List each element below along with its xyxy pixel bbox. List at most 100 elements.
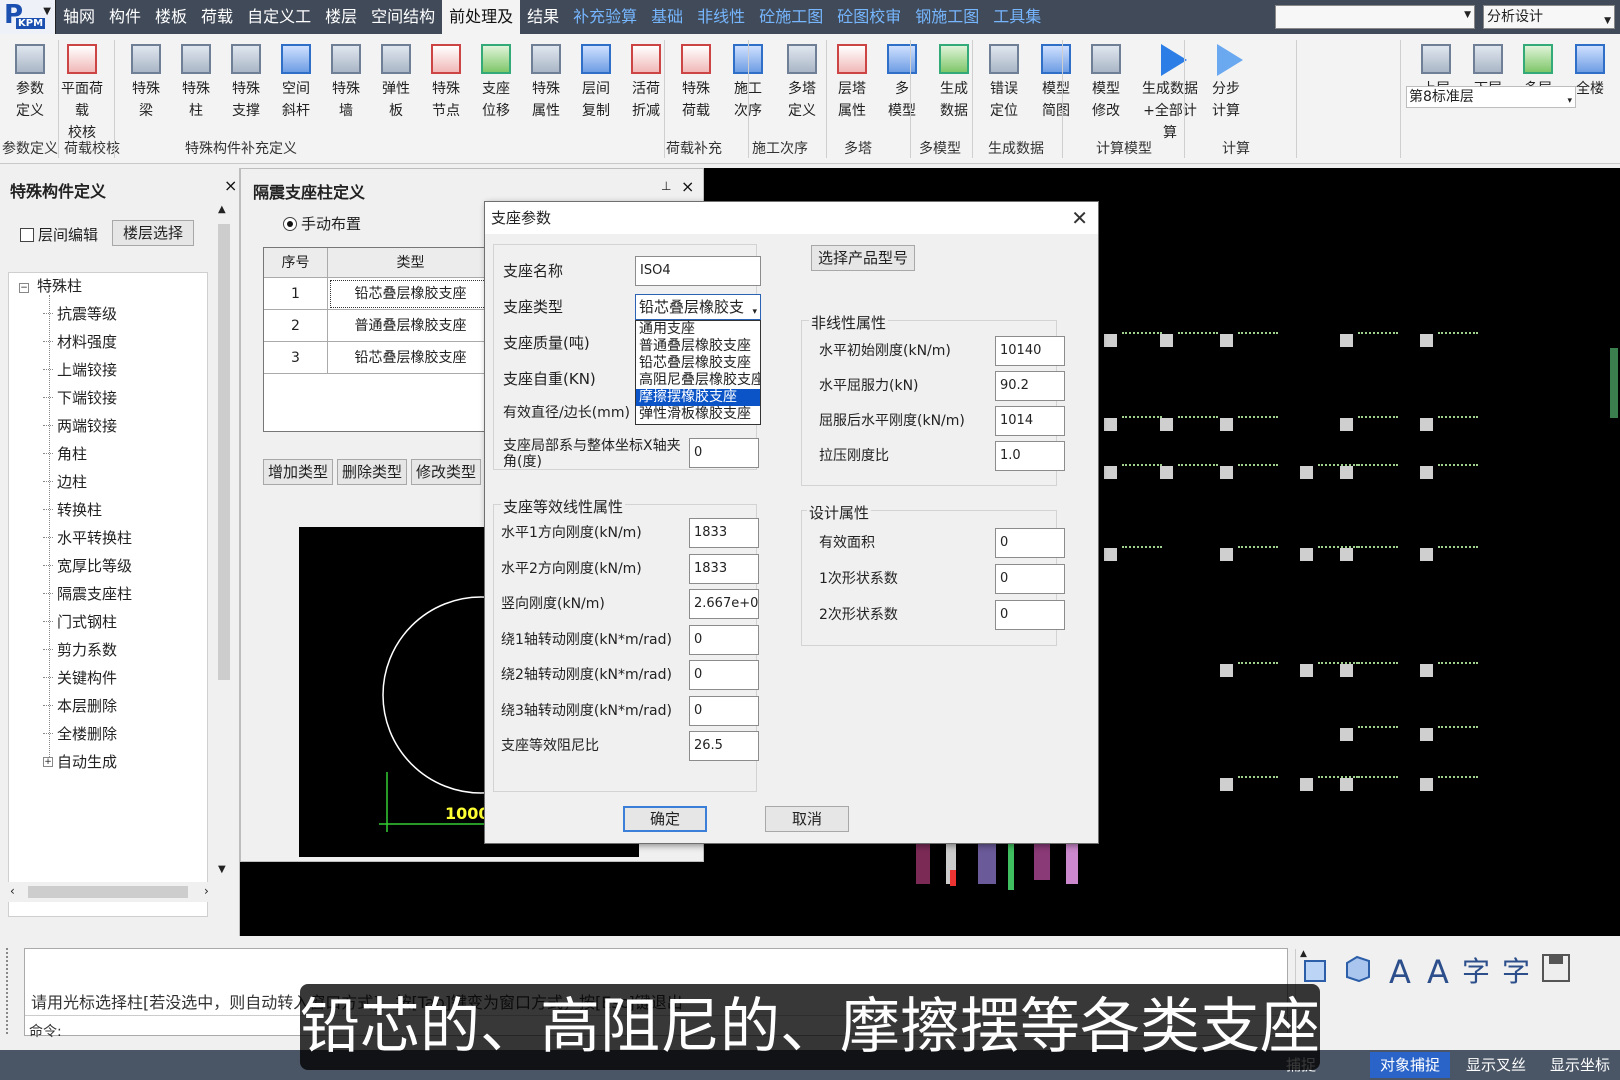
tree-item[interactable]: 水平转换柱 (43, 527, 132, 548)
font-decrease-icon[interactable]: A (1418, 952, 1458, 992)
param-input[interactable]: 2.667e+00 (689, 589, 759, 619)
tree-item[interactable]: 上端铰接 (43, 359, 117, 380)
scroll-left-icon[interactable]: ‹ (10, 884, 15, 898)
param-input[interactable]: 0 (689, 660, 759, 690)
ribbon-button[interactable]: 特殊 荷载 (670, 38, 722, 122)
ribbon-button[interactable]: 模型 修改 (1080, 38, 1132, 122)
text-add-icon[interactable]: 字 (1456, 952, 1496, 992)
pin-icon[interactable]: ⊥ (661, 179, 671, 193)
param-input[interactable]: 0 (995, 564, 1065, 594)
tree-item[interactable]: 角柱 (43, 443, 87, 464)
ribbon-button[interactable]: 支座 位移 (470, 38, 522, 122)
app-logo[interactable]: P KPM ▼ (0, 0, 56, 34)
save-icon[interactable] (1536, 952, 1576, 992)
ribbon-button[interactable]: 错误 定位 (978, 38, 1030, 122)
param-input[interactable]: 1833 (689, 518, 759, 548)
left-horizontal-scroll-thumb[interactable] (28, 886, 188, 898)
view-3d-icon[interactable] (1338, 952, 1378, 992)
ribbon-button[interactable]: 弹性板 (370, 38, 422, 122)
table-cell-no[interactable]: 3 (264, 342, 328, 374)
tree-item[interactable]: 两端铰接 (43, 415, 117, 436)
text-edit-icon[interactable]: 字 (1496, 952, 1536, 992)
tree-root[interactable]: 特殊柱 (37, 275, 82, 296)
menu-tab[interactable]: 结果 (520, 0, 566, 34)
menu-tab[interactable]: 钢施工图 (908, 0, 986, 34)
tree-item[interactable]: 转换柱 (43, 499, 102, 520)
select-product-button[interactable]: 选择产品型号 (811, 245, 915, 271)
left-panel-close-icon[interactable]: × (224, 176, 237, 195)
ribbon-button[interactable]: 生成数据 +全部计算 (1138, 38, 1202, 144)
scroll-right-icon[interactable]: › (204, 884, 209, 898)
tree-item[interactable]: 隔震支座柱 (43, 583, 132, 604)
status-toggle[interactable]: 显示坐标 (1542, 1052, 1618, 1078)
ribbon-button[interactable]: 多模型 (876, 38, 928, 122)
menu-tab[interactable]: 轴网 (56, 0, 102, 34)
angle-input[interactable]: 0 (689, 438, 759, 468)
ribbon-button[interactable]: 模型 简图 (1030, 38, 1082, 122)
tree-item[interactable]: 门式钢柱 (43, 611, 117, 632)
floor-select[interactable]: 第8标准层 ▾ (1406, 86, 1576, 108)
table-cell-type[interactable]: 铅芯叠层橡胶支座 (328, 342, 494, 374)
param-input[interactable]: 1.0 (995, 441, 1065, 471)
dialog-close-icon[interactable]: ✕ (1071, 206, 1088, 230)
type-option[interactable]: 通用支座 (636, 321, 760, 338)
tree-item[interactable]: 边柱 (43, 471, 87, 492)
floor-select-button[interactable]: 楼层选择 (112, 220, 194, 246)
ribbon-button[interactable]: 特殊 属性 (520, 38, 572, 122)
menu-tab[interactable]: 工具集 (986, 0, 1048, 34)
menu-tab[interactable]: 自定义工 (240, 0, 318, 34)
canvas-scroll-indicator[interactable] (1610, 348, 1618, 418)
table-cell-no[interactable]: 2 (264, 310, 328, 342)
param-input[interactable]: 0 (995, 528, 1065, 558)
mid-panel-close-icon[interactable]: × (681, 177, 694, 196)
type-option[interactable]: 铅芯叠层橡胶支座 (636, 355, 760, 372)
delete-type-button[interactable]: 删除类型 (337, 459, 407, 485)
menu-tab[interactable]: 前处理及 (442, 0, 521, 34)
bearing-type-select[interactable]: 铅芯叠层橡胶支 ▾ (635, 294, 761, 320)
param-input[interactable]: 0 (689, 695, 759, 726)
param-input[interactable]: 1833 (689, 553, 759, 584)
expand-icon[interactable]: + (43, 757, 53, 767)
ribbon-button[interactable]: 层间 复制 (570, 38, 622, 122)
floor-edit-checkbox[interactable]: 层间编辑 (20, 224, 98, 245)
type-option[interactable]: 高阻尼叠层橡胶支座 (636, 372, 760, 389)
type-option[interactable]: 摩擦摆橡胶支座 (636, 389, 760, 406)
table-cell-type[interactable]: 铅芯叠层橡胶支座 (328, 278, 494, 310)
ribbon-button[interactable]: 特殊梁 (120, 38, 172, 122)
menu-tab[interactable]: 基础 (644, 0, 690, 34)
tree-item[interactable]: 关键构件 (43, 667, 117, 688)
table-cell-no[interactable]: 1 (264, 278, 328, 310)
menu-tab[interactable]: 非线性 (690, 0, 752, 34)
ok-button[interactable]: 确定 (623, 806, 707, 832)
ribbon-button[interactable]: 特殊 支撑 (220, 38, 272, 122)
ribbon-button[interactable]: 参数 定义 (4, 38, 56, 122)
menu-tab[interactable]: 砼施工图 (752, 0, 830, 34)
table-cell-type[interactable]: 普通叠层橡胶支座 (328, 310, 494, 342)
ribbon-button[interactable]: 平面荷载 校核 (56, 38, 108, 144)
param-input[interactable]: 10140 (995, 336, 1065, 366)
type-option[interactable]: 普通叠层橡胶支座 (636, 338, 760, 355)
ribbon-button[interactable]: 分步 计算 (1200, 38, 1252, 122)
menu-tab[interactable]: 楼板 (148, 0, 194, 34)
scroll-up-icon[interactable]: ▲ (218, 204, 226, 215)
bearing-name-input[interactable]: ISO4 (635, 256, 761, 286)
param-input[interactable]: 26.5 (689, 731, 759, 761)
tree-item-auto-generate[interactable]: 自动生成 (57, 751, 117, 772)
collapse-icon[interactable]: − (19, 283, 29, 293)
ribbon-button[interactable]: 多塔 定义 (776, 38, 828, 122)
param-input[interactable]: 0 (689, 624, 759, 655)
add-type-button[interactable]: 增加类型 (263, 459, 333, 485)
cancel-button[interactable]: 取消 (765, 806, 849, 832)
ribbon-button[interactable]: 空间 斜杆 (270, 38, 322, 122)
menu-tab[interactable]: 补充验算 (566, 0, 644, 34)
param-input[interactable]: 1014 (995, 406, 1065, 436)
font-increase-icon[interactable]: A (1380, 952, 1420, 992)
ribbon-button[interactable]: 特殊 节点 (420, 38, 472, 122)
status-toggle[interactable]: 对象捕捉 (1370, 1052, 1450, 1078)
status-toggle[interactable]: 显示叉丝 (1456, 1052, 1536, 1078)
tree-item[interactable]: 本层删除 (43, 695, 117, 716)
menu-tab[interactable]: 砼图校审 (830, 0, 908, 34)
scroll-down-icon[interactable]: ▼ (218, 864, 226, 875)
ribbon-button[interactable]: 特殊柱 (170, 38, 222, 122)
tree-item[interactable]: 宽厚比等级 (43, 555, 132, 576)
